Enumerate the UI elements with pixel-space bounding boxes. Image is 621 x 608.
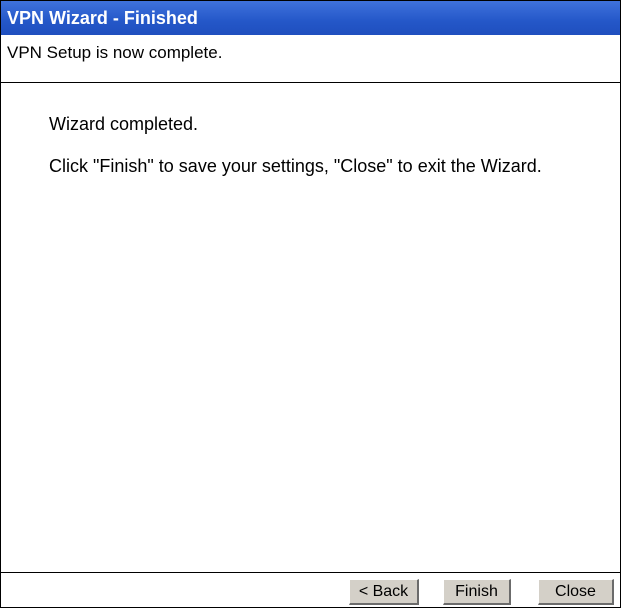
finish-button[interactable]: Finish <box>443 579 511 605</box>
back-button[interactable]: < Back <box>349 579 419 605</box>
wizard-content: Wizard completed. Click "Finish" to save… <box>1 83 620 573</box>
button-bar: < Back Finish Close <box>1 572 620 607</box>
wizard-window: VPN Wizard - Finished VPN Setup is now c… <box>0 0 621 608</box>
wizard-subtitle: VPN Setup is now complete. <box>1 35 620 83</box>
completion-message: Wizard completed. <box>49 114 199 134</box>
instruction-message: Click "Finish" to save your settings, "C… <box>49 156 542 176</box>
window-title: VPN Wizard - Finished <box>1 1 620 35</box>
close-button[interactable]: Close <box>538 579 614 605</box>
